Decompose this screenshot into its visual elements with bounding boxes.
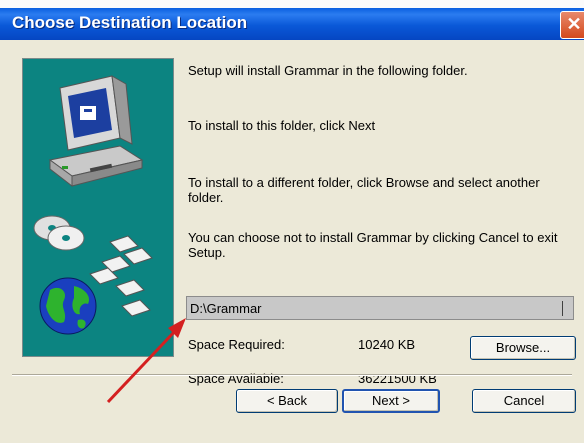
red-arrow-annotation (106, 318, 186, 404)
